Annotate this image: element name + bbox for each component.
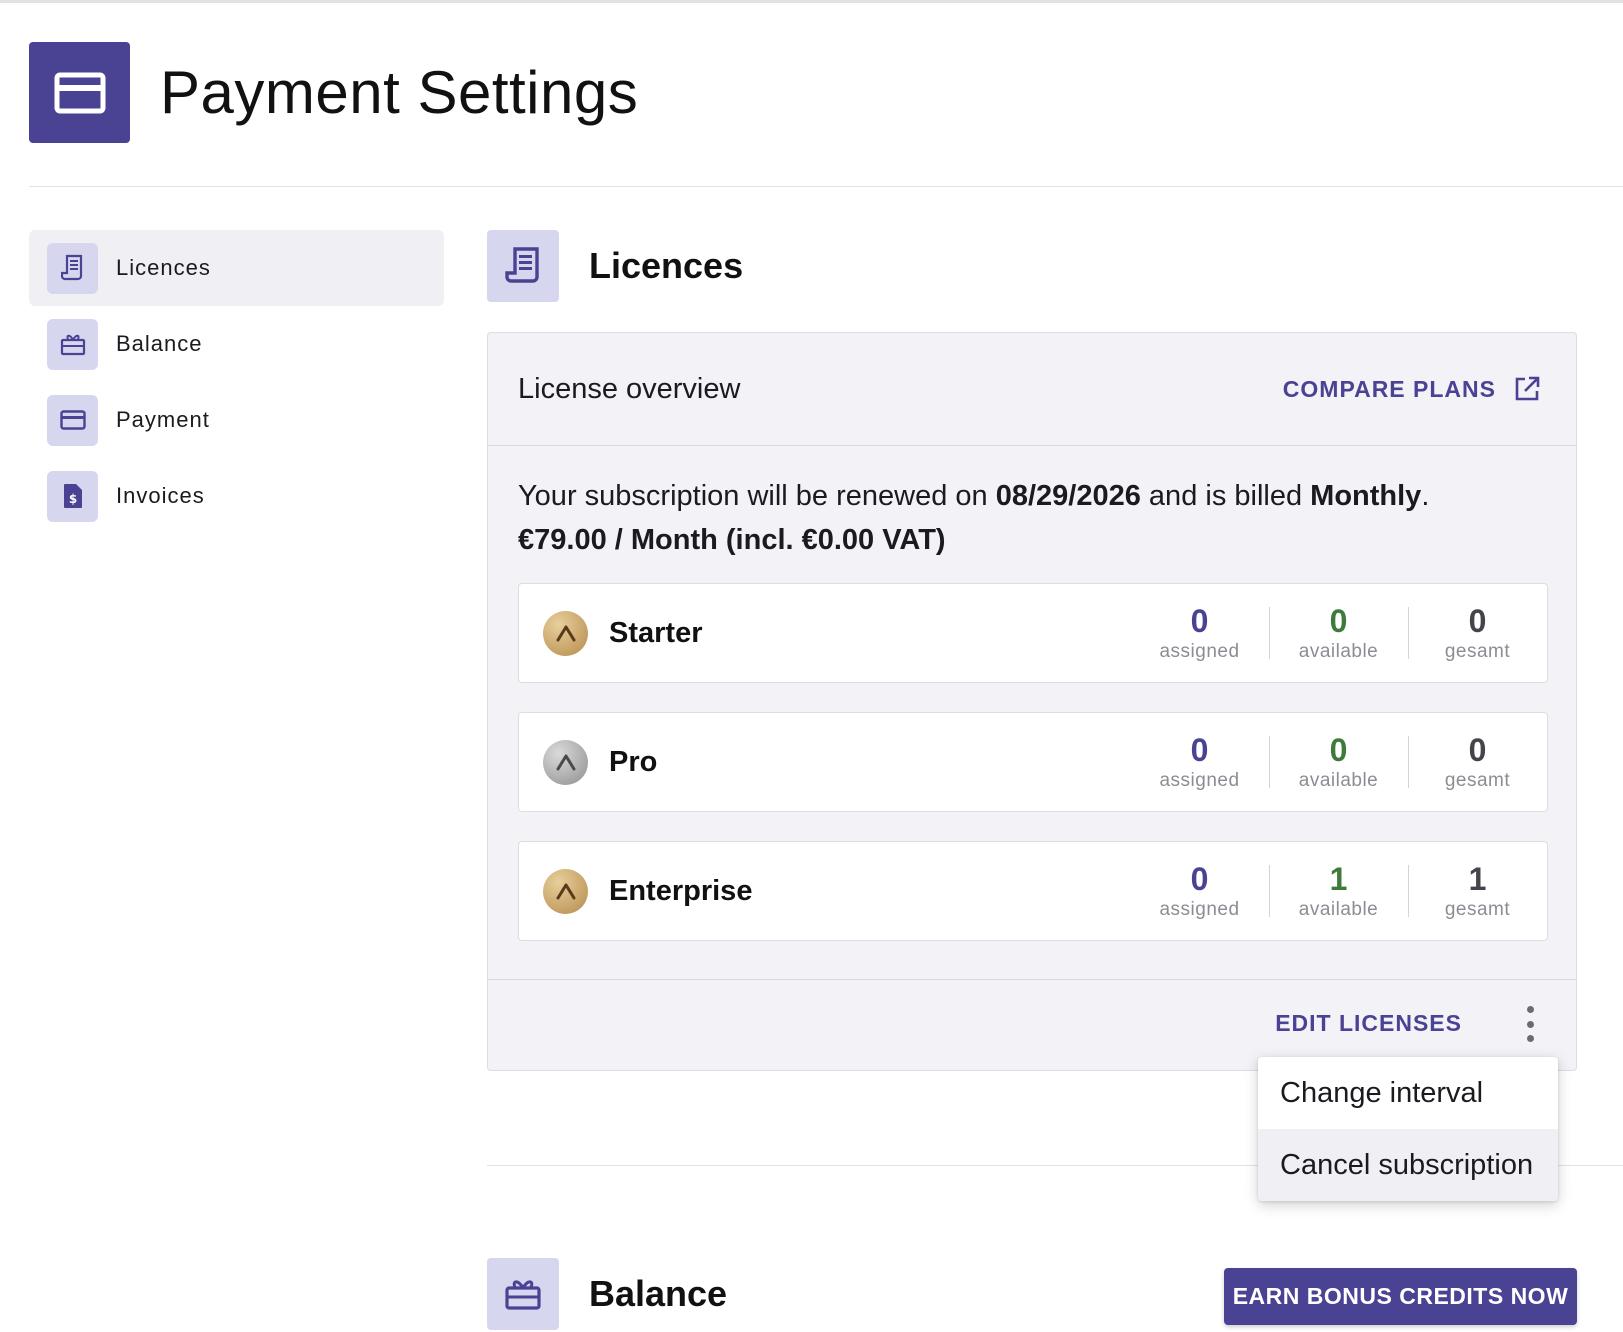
- stat-label: assigned: [1159, 770, 1240, 791]
- stat-label: available: [1298, 641, 1379, 662]
- stat-label: assigned: [1159, 641, 1240, 662]
- plan-name: Enterprise: [609, 874, 753, 907]
- plan-badge-icon: [543, 868, 588, 914]
- renewal-date: 08/29/2026: [995, 480, 1141, 512]
- external-link-icon: [1515, 376, 1540, 401]
- stat-value: 1: [1329, 861, 1348, 897]
- stat-available: 1 available: [1269, 861, 1408, 921]
- plan-badge-icon: [543, 610, 588, 656]
- earn-bonus-credits-button[interactable]: EARN BONUS CREDITS NOW: [1224, 1268, 1577, 1325]
- price-text: €79.00 / Month (incl. €0.00 VAT): [518, 524, 946, 556]
- stat-label: gesamt: [1444, 641, 1511, 662]
- plan-row-enterprise: Enterprise 0 assigned 1 available 1 gesa…: [518, 841, 1548, 941]
- stat-value: 0: [1190, 861, 1209, 897]
- license-overview-card: License overview COMPARE PLANS Your subs…: [487, 332, 1577, 1071]
- stat-assigned: 0 assigned: [1130, 861, 1269, 921]
- receipt-icon: [487, 230, 559, 302]
- plan-stats: 0 assigned 0 available 0 gesamt: [1130, 713, 1547, 811]
- stat-total: 0 gesamt: [1408, 603, 1547, 663]
- licences-title: Licences: [589, 245, 744, 286]
- menu-item-cancel-subscription[interactable]: Cancel subscription: [1258, 1129, 1558, 1201]
- stat-total: 1 gesamt: [1408, 861, 1547, 921]
- gift-icon: [47, 318, 98, 370]
- stat-total: 0 gesamt: [1408, 732, 1547, 792]
- renewal-line: Your subscription will be renewed on 08/…: [518, 474, 1429, 518]
- page-header: Payment Settings: [29, 42, 638, 143]
- top-border: [0, 0, 1623, 3]
- header-divider: [29, 186, 1623, 187]
- credit-card-icon: [29, 42, 130, 143]
- stat-label: available: [1298, 770, 1379, 791]
- sidebar-item-balance[interactable]: Balance: [29, 306, 444, 382]
- edit-licenses-button[interactable]: EDIT LICENSES: [1275, 1010, 1462, 1037]
- balance-section-header: Balance: [487, 1258, 727, 1330]
- plan-row-pro: Pro 0 assigned 0 available 0 gesamt: [518, 712, 1548, 812]
- stat-value: 0: [1190, 732, 1209, 768]
- invoice-dollar-icon: $: [47, 470, 98, 522]
- stat-value: 0: [1329, 603, 1348, 639]
- sidebar: Licences Balance Payment $ Invoices: [29, 230, 444, 534]
- card-title: License overview: [518, 372, 741, 405]
- more-vert-icon[interactable]: [1520, 1006, 1540, 1042]
- stat-assigned: 0 assigned: [1130, 603, 1269, 663]
- plan-row-starter: Starter 0 assigned 0 available 0 gesamt: [518, 583, 1548, 683]
- compare-plans-button[interactable]: COMPARE PLANS: [1283, 376, 1540, 403]
- stat-label: gesamt: [1444, 770, 1511, 791]
- renewal-mid: and is billed: [1140, 480, 1311, 512]
- menu-item-change-interval[interactable]: Change interval: [1258, 1057, 1558, 1129]
- sidebar-item-label: Balance: [116, 331, 203, 356]
- stat-available: 0 available: [1269, 603, 1408, 663]
- plan-name: Starter: [609, 616, 703, 649]
- gift-icon: [487, 1258, 559, 1330]
- stat-label: available: [1298, 899, 1379, 920]
- subscription-summary: Your subscription will be renewed on 08/…: [518, 474, 1429, 562]
- stat-value: 0: [1329, 732, 1348, 768]
- plan-badge-icon: [543, 739, 588, 785]
- card-header: License overview COMPARE PLANS: [488, 333, 1576, 446]
- sidebar-item-label: Licences: [116, 255, 211, 280]
- sidebar-item-licences[interactable]: Licences: [29, 230, 444, 306]
- stat-value: 0: [1190, 603, 1209, 639]
- sidebar-item-invoices[interactable]: $ Invoices: [29, 458, 444, 534]
- svg-text:$: $: [68, 492, 76, 506]
- stat-label: gesamt: [1444, 899, 1511, 920]
- stat-value: 0: [1468, 603, 1487, 639]
- licences-section-header: Licences: [487, 230, 743, 302]
- sidebar-item-label: Payment: [116, 407, 210, 432]
- sidebar-item-payment[interactable]: Payment: [29, 382, 444, 458]
- balance-title: Balance: [589, 1273, 728, 1314]
- compare-plans-label: COMPARE PLANS: [1282, 375, 1496, 402]
- stat-assigned: 0 assigned: [1130, 732, 1269, 792]
- plan-stats: 0 assigned 1 available 1 gesamt: [1130, 842, 1547, 940]
- sidebar-item-label: Invoices: [116, 483, 205, 508]
- stat-available: 0 available: [1269, 732, 1408, 792]
- page-title: Payment Settings: [160, 59, 639, 126]
- billing-interval: Monthly: [1310, 480, 1422, 512]
- renewal-prefix: Your subscription will be renewed on: [518, 480, 996, 512]
- plan-stats: 0 assigned 0 available 0 gesamt: [1130, 584, 1547, 682]
- stat-label: assigned: [1159, 899, 1240, 920]
- more-options-menu: Change interval Cancel subscription: [1258, 1057, 1558, 1201]
- stat-value: 1: [1468, 861, 1487, 897]
- renewal-suffix: .: [1421, 480, 1430, 512]
- stat-value: 0: [1468, 732, 1487, 768]
- credit-card-icon: [47, 394, 98, 446]
- plan-name: Pro: [609, 745, 658, 778]
- price-line: €79.00 / Month (incl. €0.00 VAT): [518, 518, 1429, 562]
- receipt-icon: [47, 242, 98, 294]
